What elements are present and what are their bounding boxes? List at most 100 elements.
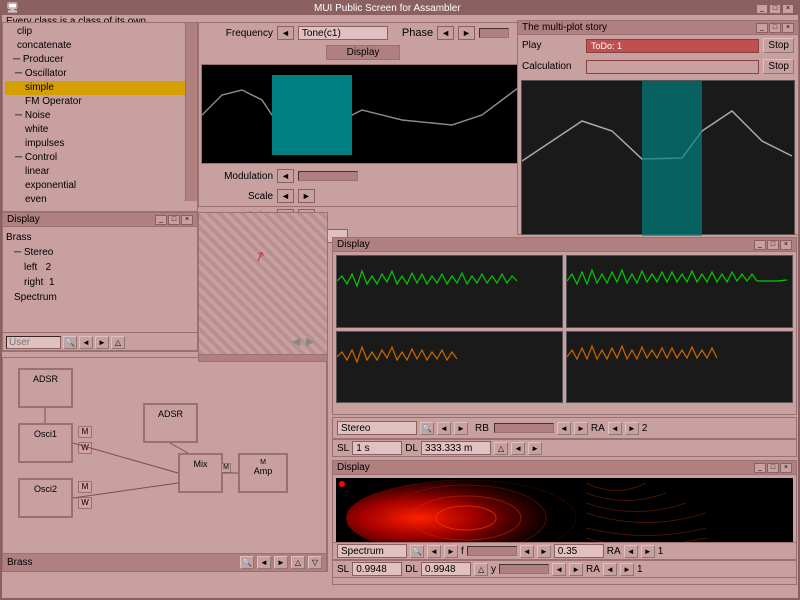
synth-btn3[interactable]: △ xyxy=(291,556,305,569)
sp-left-btn[interactable]: ◄ xyxy=(427,545,441,558)
search-btn[interactable]: 🔍 xyxy=(63,336,77,349)
adsr2-box[interactable]: ADSR xyxy=(143,403,198,443)
sp-search-btn[interactable]: 🔍 xyxy=(410,545,424,558)
sp-f-slider[interactable] xyxy=(467,546,517,556)
wf-min-btn[interactable]: _ xyxy=(754,240,766,250)
maximize-btn[interactable]: □ xyxy=(769,4,781,14)
frequency-row: Frequency ◄ Tone(c1) Phase ◄ ► xyxy=(199,23,527,43)
osci1-box[interactable]: Osci1 xyxy=(18,423,73,463)
sp-y-right[interactable]: ► xyxy=(569,563,583,576)
stereo-search-btn[interactable]: 🔍 xyxy=(420,422,434,435)
dl-btn3[interactable]: ► xyxy=(528,442,542,455)
stereo-left-btn[interactable]: ◄ xyxy=(437,422,451,435)
freq-down-btn[interactable]: ◄ xyxy=(277,26,294,40)
sp-y-left[interactable]: ◄ xyxy=(552,563,566,576)
dt-stereo[interactable]: ─ Stereo xyxy=(6,245,194,260)
play-stop-btn[interactable]: Stop xyxy=(763,38,794,53)
stereo-right-btn[interactable]: ► xyxy=(454,422,468,435)
dt-spectrum[interactable]: Spectrum xyxy=(6,290,194,305)
tree-item-white[interactable]: white xyxy=(5,123,195,137)
dp-close-btn[interactable]: × xyxy=(181,215,193,225)
mp-min-btn[interactable]: _ xyxy=(756,23,768,33)
tree-item-control[interactable]: ─ Control xyxy=(5,151,195,165)
m1-btn[interactable]: M xyxy=(78,426,92,438)
sp-rb-val[interactable]: 0.35 xyxy=(554,544,604,558)
mix-box[interactable]: Mix M xyxy=(178,453,223,493)
dl-up-btn[interactable]: △ xyxy=(494,442,508,455)
tree-item-concatenate[interactable]: concatenate xyxy=(5,39,195,53)
amp-box[interactable]: M Amp xyxy=(238,453,288,493)
synth-btn4[interactable]: ▽ xyxy=(308,556,322,569)
spectrum-field[interactable]: Spectrum xyxy=(337,544,407,558)
stereo-dr-btn[interactable]: ► xyxy=(574,422,588,435)
sl-field[interactable]: 1 s xyxy=(352,441,402,455)
mod-btn[interactable]: ◄ xyxy=(277,169,294,183)
user-search[interactable] xyxy=(6,336,61,349)
tree-item-oscillator[interactable]: ─ Oscillator xyxy=(5,67,195,81)
dp-min-btn[interactable]: _ xyxy=(155,215,167,225)
sp-min-btn[interactable]: _ xyxy=(754,463,766,473)
calc-stop-btn[interactable]: Stop xyxy=(763,59,794,74)
stereo-ra-right[interactable]: ► xyxy=(625,422,639,435)
sp-dl-btn[interactable]: △ xyxy=(474,563,488,576)
osci2-box[interactable]: Osci2 xyxy=(18,478,73,518)
scale-left-btn[interactable]: ◄ xyxy=(277,189,294,203)
sp-rb-left[interactable]: ◄ xyxy=(520,545,534,558)
tree-item-simple[interactable]: simple xyxy=(5,81,195,95)
dp-tool3[interactable]: △ xyxy=(111,336,125,349)
w2-btn[interactable]: W xyxy=(78,497,92,509)
sp-sl-field[interactable]: 0.9948 xyxy=(352,562,402,576)
minimize-btn[interactable]: _ xyxy=(756,4,768,14)
stereo-slider1[interactable] xyxy=(494,423,554,433)
phase-left-btn[interactable]: ◄ xyxy=(437,26,454,40)
tree-item-linear[interactable]: linear xyxy=(5,165,195,179)
sp-ra2-right[interactable]: ► xyxy=(620,563,634,576)
dl-btn2[interactable]: ◄ xyxy=(511,442,525,455)
scale-right-btn[interactable]: ► xyxy=(298,189,315,203)
dp-max-btn[interactable]: □ xyxy=(168,215,180,225)
m2-btn[interactable]: M xyxy=(78,481,92,493)
synth-btn2[interactable]: ► xyxy=(274,556,288,569)
mp-max-btn[interactable]: □ xyxy=(769,23,781,33)
sp-rb-right[interactable]: ► xyxy=(537,545,551,558)
sp-max-btn[interactable]: □ xyxy=(767,463,779,473)
synth-btn1[interactable]: ◄ xyxy=(257,556,271,569)
w1-btn[interactable]: W xyxy=(78,442,92,454)
phase-slider[interactable] xyxy=(479,28,509,38)
tree-item-producer[interactable]: ─ Producer xyxy=(5,53,195,67)
stereo-field[interactable]: Stereo xyxy=(337,421,417,435)
wf-max-btn[interactable]: □ xyxy=(767,240,779,250)
tree-item-noise[interactable]: ─ Noise xyxy=(5,109,195,123)
dl-field[interactable]: 333.333 m xyxy=(421,441,491,455)
sp-ra2-left[interactable]: ◄ xyxy=(603,563,617,576)
sp-dl-field[interactable]: 0.9948 xyxy=(421,562,471,576)
mp-close-btn[interactable]: × xyxy=(782,23,794,33)
tree-scrollbar[interactable] xyxy=(185,23,197,201)
tree-item-clip[interactable]: clip xyxy=(5,25,195,39)
tree-item-even[interactable]: even xyxy=(5,193,195,207)
sp-ra-left[interactable]: ◄ xyxy=(624,545,638,558)
dp-tool1[interactable]: ◄ xyxy=(79,336,93,349)
tone-field[interactable]: Tone(c1) xyxy=(298,26,388,40)
stereo-dl-btn[interactable]: ◄ xyxy=(557,422,571,435)
mod-slider[interactable] xyxy=(298,171,358,181)
close-btn[interactable]: × xyxy=(782,4,794,14)
dt-right[interactable]: right 1 xyxy=(6,275,194,290)
tree-item-fm[interactable]: FM Operator xyxy=(5,95,195,109)
dt-left[interactable]: left 2 xyxy=(6,260,194,275)
tree-item-impulses[interactable]: impulses xyxy=(5,137,195,151)
sp-y-slider[interactable] xyxy=(499,564,549,574)
middle-scrollbar[interactable] xyxy=(198,354,328,362)
phase-right-btn[interactable]: ► xyxy=(458,26,475,40)
dp-tool2[interactable]: ► xyxy=(95,336,109,349)
sp-right-btn[interactable]: ► xyxy=(444,545,458,558)
synth-search-btn[interactable]: 🔍 xyxy=(240,556,254,569)
sp-close-btn[interactable]: × xyxy=(780,463,792,473)
adsr1-box[interactable]: ADSR xyxy=(18,368,73,408)
stereo-ra-left[interactable]: ◄ xyxy=(608,422,622,435)
dt-brass[interactable]: Brass xyxy=(6,230,194,245)
tree-item-exponential[interactable]: exponential xyxy=(5,179,195,193)
tree-panel[interactable]: clip concatenate ─ Producer ─ Oscillator… xyxy=(2,22,198,212)
wf-close-btn[interactable]: × xyxy=(780,240,792,250)
sp-ra-right[interactable]: ► xyxy=(641,545,655,558)
